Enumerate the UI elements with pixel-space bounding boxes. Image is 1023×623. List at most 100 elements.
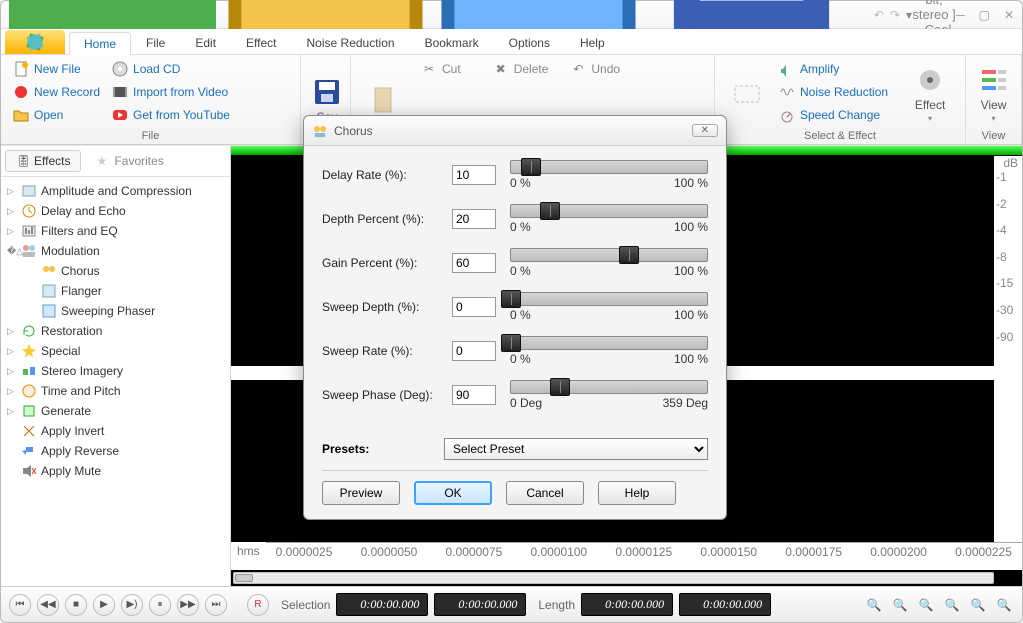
play-button[interactable]: ▶ bbox=[93, 594, 115, 616]
rewind-button[interactable]: ◀◀ bbox=[37, 594, 59, 616]
qat-redo-icon[interactable]: ↷ bbox=[890, 8, 900, 22]
main-window: ↶ ↷ ▾ Untitled - [ PCM 44100 Hz; 16 bit;… bbox=[0, 0, 1023, 623]
qat-undo-icon[interactable]: ↶ bbox=[874, 8, 884, 22]
stereo-icon bbox=[21, 363, 37, 379]
delay-rate-slider[interactable] bbox=[510, 160, 708, 174]
minimize-button[interactable]: ─ bbox=[956, 8, 965, 22]
gain-percent-slider[interactable] bbox=[510, 248, 708, 262]
zoom-in-v-button[interactable]: 🔍 bbox=[968, 595, 988, 615]
sidebar-tab-favorites[interactable]: ★Favorites bbox=[85, 150, 174, 172]
flanger-icon bbox=[41, 283, 57, 299]
depth-percent-input[interactable] bbox=[452, 209, 496, 229]
amplify-button[interactable]: Amplify bbox=[775, 59, 892, 79]
zoom-in-h-button[interactable]: 🔍 bbox=[864, 595, 884, 615]
effects-tree: ▷Amplitude and Compression ▷Delay and Ec… bbox=[1, 177, 230, 586]
tree-special[interactable]: ▷Special bbox=[7, 341, 224, 361]
select-big-button[interactable] bbox=[723, 59, 771, 128]
sweep-phase-label: Sweep Phase (Deg): bbox=[322, 388, 442, 402]
pause-button[interactable]: ⏸ bbox=[149, 594, 171, 616]
horizontal-scrollbar[interactable] bbox=[233, 572, 994, 584]
goto-end-button[interactable]: ⏭ bbox=[205, 594, 227, 616]
invert-icon bbox=[21, 423, 37, 439]
tree-chorus[interactable]: Chorus bbox=[7, 261, 224, 281]
tree-sweeping-phaser[interactable]: Sweeping Phaser bbox=[7, 301, 224, 321]
import-video-button[interactable]: Import from Video bbox=[108, 82, 234, 102]
zoom-out-v-button[interactable]: 🔍 bbox=[994, 595, 1014, 615]
close-button[interactable]: ✕ bbox=[1004, 8, 1014, 22]
tree-restoration[interactable]: ▷Restoration bbox=[7, 321, 224, 341]
help-button[interactable]: Help bbox=[598, 481, 676, 505]
sweep-depth-input[interactable] bbox=[452, 297, 496, 317]
group-label-file: File bbox=[9, 128, 292, 142]
play-loop-button[interactable]: ▶) bbox=[121, 594, 143, 616]
cancel-button[interactable]: Cancel bbox=[506, 481, 584, 505]
record-button[interactable]: R bbox=[247, 594, 269, 616]
depth-percent-slider[interactable] bbox=[510, 204, 708, 218]
delay-rate-label: Delay Rate (%): bbox=[322, 168, 442, 182]
effect-big-button[interactable]: Effect▾ bbox=[906, 59, 954, 128]
tree-generate[interactable]: ▷Generate bbox=[7, 401, 224, 421]
delay-rate-input[interactable] bbox=[452, 165, 496, 185]
maximize-button[interactable]: ▢ bbox=[979, 8, 990, 22]
tree-apply-invert[interactable]: Apply Invert bbox=[7, 421, 224, 441]
sweep-phase-slider[interactable] bbox=[510, 380, 708, 394]
ok-button[interactable]: OK bbox=[414, 481, 492, 505]
speed-change-button[interactable]: Speed Change bbox=[775, 105, 892, 125]
tree-amplitude[interactable]: ▷Amplitude and Compression bbox=[7, 181, 224, 201]
get-youtube-button[interactable]: Get from YouTube bbox=[108, 105, 234, 125]
tree-apply-reverse[interactable]: Apply Reverse bbox=[7, 441, 224, 461]
dialog-close-button[interactable]: ✕ bbox=[692, 124, 718, 137]
zoom-fit-button[interactable]: 🔍 bbox=[916, 595, 936, 615]
selection-start-time: 0:00:00.000 bbox=[336, 593, 428, 616]
presets-select[interactable]: Select Preset bbox=[444, 438, 708, 460]
tab-home[interactable]: Home bbox=[69, 32, 131, 55]
group-label-view: View bbox=[974, 128, 1013, 142]
dialog-title: Chorus bbox=[334, 124, 373, 138]
load-cd-button[interactable]: Load CD bbox=[108, 59, 234, 79]
tree-modulation[interactable]: �△Modulation bbox=[7, 241, 224, 261]
tab-file[interactable]: File bbox=[131, 31, 180, 54]
status-bar: ⏮ ◀◀ ■ ▶ ▶) ⏸ ▶▶ ⏭ R Selection 0:00:00.0… bbox=[1, 586, 1022, 622]
view-big-button[interactable]: View▾ bbox=[974, 59, 1013, 128]
mute-icon bbox=[21, 463, 37, 479]
length-label: Length bbox=[538, 598, 575, 612]
gain-percent-input[interactable] bbox=[452, 253, 496, 273]
sidebar-tab-effects[interactable]: 🎚Effects bbox=[5, 150, 81, 172]
tree-time-pitch[interactable]: ▷Time and Pitch bbox=[7, 381, 224, 401]
zoom-selection-button[interactable]: 🔍 bbox=[942, 595, 962, 615]
undo-button[interactable]: ↶Undo bbox=[566, 59, 624, 79]
sweep-phase-input[interactable] bbox=[452, 385, 496, 405]
tree-delay-echo[interactable]: ▷Delay and Echo bbox=[7, 201, 224, 221]
tab-effect[interactable]: Effect bbox=[231, 31, 291, 54]
new-record-button[interactable]: New Record bbox=[9, 82, 104, 102]
stop-button[interactable]: ■ bbox=[65, 594, 87, 616]
forward-button[interactable]: ▶▶ bbox=[177, 594, 199, 616]
tree-filters-eq[interactable]: ▷Filters and EQ bbox=[7, 221, 224, 241]
tab-edit[interactable]: Edit bbox=[180, 31, 231, 54]
goto-start-button[interactable]: ⏮ bbox=[9, 594, 31, 616]
sweep-rate-slider[interactable] bbox=[510, 336, 708, 350]
clipboard-icon bbox=[367, 84, 399, 116]
ribbon-tabs: Home File Edit Effect Noise Reduction Bo… bbox=[1, 29, 1022, 55]
open-button[interactable]: Open bbox=[9, 105, 104, 125]
preview-button[interactable]: Preview bbox=[322, 481, 400, 505]
tab-help[interactable]: Help bbox=[565, 31, 620, 54]
noise-reduction-button[interactable]: Noise Reduction bbox=[775, 82, 892, 102]
tree-apply-mute[interactable]: Apply Mute bbox=[7, 461, 224, 481]
cut-button[interactable]: ✂Cut bbox=[417, 59, 465, 79]
tab-bookmark[interactable]: Bookmark bbox=[410, 31, 494, 54]
tab-options[interactable]: Options bbox=[494, 31, 565, 54]
titlebar: ↶ ↷ ▾ Untitled - [ PCM 44100 Hz; 16 bit;… bbox=[1, 1, 1022, 29]
sweep-rate-input[interactable] bbox=[452, 341, 496, 361]
new-file-button[interactable]: New File bbox=[9, 59, 104, 79]
delete-button[interactable]: ✖Delete bbox=[489, 59, 553, 79]
tree-stereo[interactable]: ▷Stereo Imagery bbox=[7, 361, 224, 381]
tab-noise-reduction[interactable]: Noise Reduction bbox=[292, 31, 410, 54]
record-icon bbox=[13, 84, 29, 100]
undo-icon: ↶ bbox=[570, 61, 586, 77]
tree-flanger[interactable]: Flanger bbox=[7, 281, 224, 301]
sweep-rate-label: Sweep Rate (%): bbox=[322, 344, 442, 358]
zoom-out-h-button[interactable]: 🔍 bbox=[890, 595, 910, 615]
app-tab[interactable] bbox=[5, 30, 65, 54]
sweep-depth-slider[interactable] bbox=[510, 292, 708, 306]
